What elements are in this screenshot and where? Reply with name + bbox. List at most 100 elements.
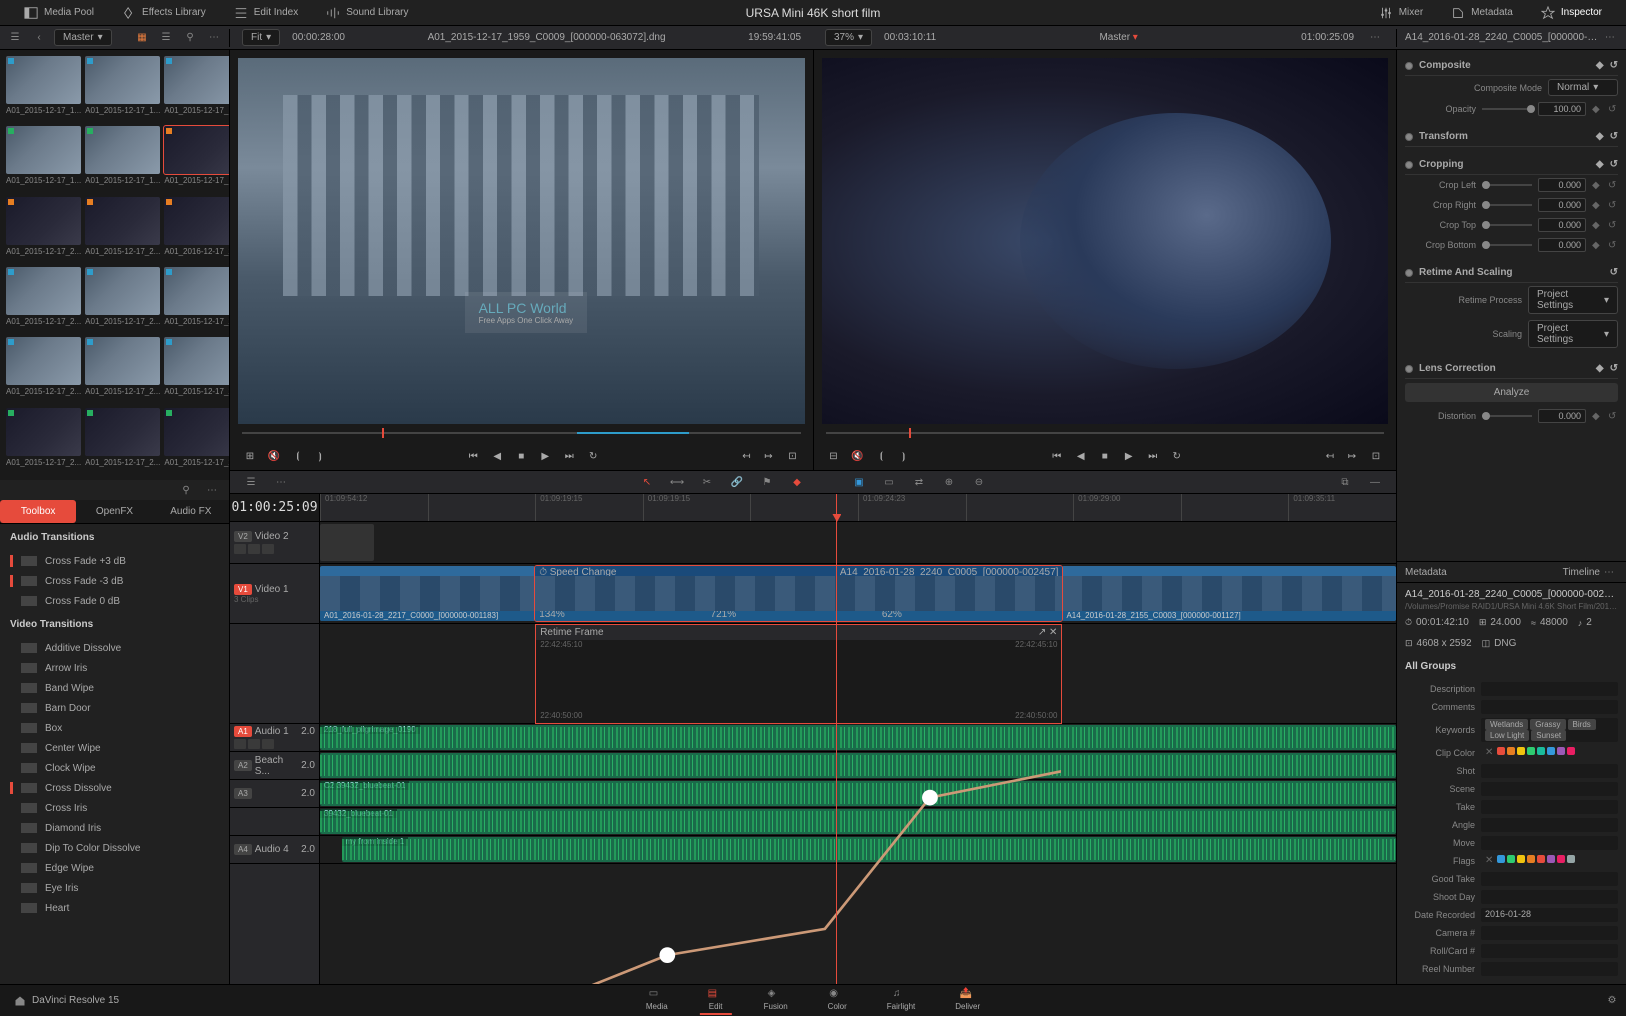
edit-index-toggle[interactable]: Edit Index [220, 6, 312, 20]
program-scrubber[interactable] [814, 424, 1397, 442]
video-clip[interactable]: A14_2016-01-28_2155_C0003_[000000-001127… [1062, 566, 1396, 621]
reset-icon[interactable]: ↺ [1608, 240, 1618, 250]
clip-thumbnail[interactable] [85, 267, 160, 315]
options-icon[interactable]: ⋯ [203, 481, 221, 499]
video-clip[interactable] [320, 524, 374, 561]
take-field[interactable] [1481, 800, 1618, 814]
trim-tool-icon[interactable]: ⟷ [668, 473, 686, 491]
media-pool-toggle[interactable]: Media Pool [10, 6, 108, 20]
replace-icon[interactable]: ⇄ [910, 473, 928, 491]
reel-field[interactable] [1481, 962, 1618, 976]
last-frame-icon[interactable]: ⏭ [1145, 448, 1161, 464]
lane-v1[interactable]: A01_2016-01-28_2217_C0000_[000000-001183… [320, 564, 1396, 624]
opacity-field[interactable]: 100.00 [1538, 102, 1586, 116]
loop-icon[interactable]: ↻ [585, 448, 601, 464]
viewer-fit-dropdown[interactable]: Fit ▾ [242, 29, 280, 46]
lock-icon[interactable] [234, 739, 246, 749]
color-swatch[interactable] [1517, 747, 1525, 755]
snap-icon[interactable]: ⧉ [1336, 473, 1354, 491]
selection-tool-icon[interactable]: ↖ [638, 473, 656, 491]
page-edit[interactable]: ▤Edit [700, 986, 732, 1015]
crop-top-slider[interactable] [1482, 224, 1532, 226]
video-clip[interactable]: ⏱ Speed ChangeA14_2016-01-28_2240_C0005_… [535, 566, 1062, 621]
effect-item[interactable]: Eye Iris [0, 878, 229, 898]
reset-icon[interactable]: ↺ [1610, 60, 1618, 71]
match-frame-icon[interactable]: ⊞ [242, 448, 258, 464]
source-display[interactable]: ALL PC World Free Apps One Click Away [238, 58, 805, 424]
keywords-field[interactable]: WetlandsGrassyBirdsLow LightSunset [1481, 718, 1618, 742]
color-swatch[interactable] [1567, 855, 1575, 863]
keyframe-icon[interactable]: ◆ [1596, 363, 1604, 374]
shoot-day-field[interactable] [1481, 890, 1618, 904]
track-header-v1[interactable]: V1Video 1 3 Clips [230, 564, 319, 624]
prev-frame-icon[interactable]: ◀ [1073, 448, 1089, 464]
zoom-slider-icon[interactable]: — [1366, 473, 1384, 491]
home-icon[interactable] [14, 995, 26, 1007]
effect-item[interactable]: Cross Fade -3 dB [0, 571, 229, 591]
clip-thumbnail[interactable] [164, 337, 229, 385]
timeline-ruler[interactable]: 01:09:54:1201:09:19:1501:09:19:1501:09:2… [320, 494, 1396, 522]
bypass-icon[interactable]: ⊟ [826, 448, 842, 464]
effects-tab-openfx[interactable]: OpenFX [76, 500, 152, 523]
sound-library-toggle[interactable]: Sound Library [312, 6, 422, 20]
composite-mode-dropdown[interactable]: Normal ▾ [1548, 79, 1618, 96]
timeline-name[interactable]: Master ▾ [948, 32, 1289, 43]
lock-icon[interactable] [234, 544, 246, 554]
clip-thumbnail[interactable] [85, 337, 160, 385]
effect-item[interactable]: Cross Dissolve [0, 778, 229, 798]
playhead[interactable] [836, 494, 837, 984]
color-swatch[interactable] [1537, 855, 1545, 863]
clip-thumbnail[interactable] [6, 337, 81, 385]
crop-left-field[interactable]: 0.000 [1538, 178, 1586, 192]
play-icon[interactable]: ▶ [1121, 448, 1137, 464]
color-swatch[interactable] [1567, 747, 1575, 755]
cropping-header[interactable]: Cropping◆↺ [1405, 155, 1618, 175]
crop-right-slider[interactable] [1482, 204, 1532, 206]
reset-icon[interactable]: ↺ [1610, 363, 1618, 374]
ripple-delete-icon[interactable]: ⊖ [970, 473, 988, 491]
track-header-a3[interactable]: A32.0 [230, 780, 319, 808]
track-header-a3b[interactable] [230, 808, 319, 836]
keyframe-icon[interactable]: ◆ [1592, 200, 1602, 210]
mark-out-icon[interactable]: ⦘ [312, 448, 328, 464]
clip-thumbnail[interactable] [164, 267, 229, 315]
clip-thumbnail[interactable] [85, 197, 160, 245]
chevron-left-icon[interactable]: ‹ [30, 29, 48, 47]
keyframe-icon[interactable]: ◆ [1596, 131, 1604, 142]
effect-item[interactable]: Edge Wipe [0, 858, 229, 878]
opacity-slider[interactable] [1482, 108, 1532, 110]
crop-bottom-slider[interactable] [1482, 244, 1532, 246]
auto-select-icon[interactable] [248, 544, 260, 554]
keyframe-icon[interactable]: ◆ [1592, 104, 1602, 114]
color-swatch[interactable] [1537, 747, 1545, 755]
camera-field[interactable] [1481, 926, 1618, 940]
track-header-a4[interactable]: A4Audio 42.0 [230, 836, 319, 864]
marker-icon[interactable]: ◆ [788, 473, 806, 491]
reset-icon[interactable]: ↺ [1610, 159, 1618, 170]
track-header-a1[interactable]: A1Audio 12.0 [230, 724, 319, 752]
overlay-icon[interactable]: ⊡ [785, 448, 801, 464]
flag-icon[interactable]: ⚑ [758, 473, 776, 491]
next-edit-icon[interactable]: ↦ [1344, 448, 1360, 464]
viewer-zoom-dropdown[interactable]: 37% ▾ [825, 29, 872, 46]
reset-icon[interactable]: ↺ [1608, 200, 1618, 210]
angle-field[interactable] [1481, 818, 1618, 832]
color-swatch[interactable] [1547, 855, 1555, 863]
color-swatch[interactable] [1497, 747, 1505, 755]
effects-tab-audio-fx[interactable]: Audio FX [153, 500, 229, 523]
first-frame-icon[interactable]: ⏮ [465, 448, 481, 464]
retime-close-icon[interactable]: ↗ ✕ [1038, 627, 1058, 638]
bin-list-icon[interactable]: ☰ [6, 29, 24, 47]
color-swatch[interactable] [1507, 747, 1515, 755]
reset-icon[interactable]: ↺ [1608, 220, 1618, 230]
clip-color-picker[interactable]: ✕ [1481, 746, 1618, 760]
loop-icon[interactable]: ↻ [1169, 448, 1185, 464]
crop-bottom-field[interactable]: 0.000 [1538, 238, 1586, 252]
disable-icon[interactable] [262, 544, 274, 554]
thumb-view-icon[interactable]: ▦ [133, 29, 151, 47]
prev-edit-icon[interactable]: ↤ [739, 448, 755, 464]
mark-out-icon[interactable]: ⦘ [896, 448, 912, 464]
mark-in-icon[interactable]: ⦗ [290, 448, 306, 464]
clip-thumbnail[interactable] [6, 267, 81, 315]
metadata-toggle[interactable]: Metadata [1437, 6, 1527, 20]
